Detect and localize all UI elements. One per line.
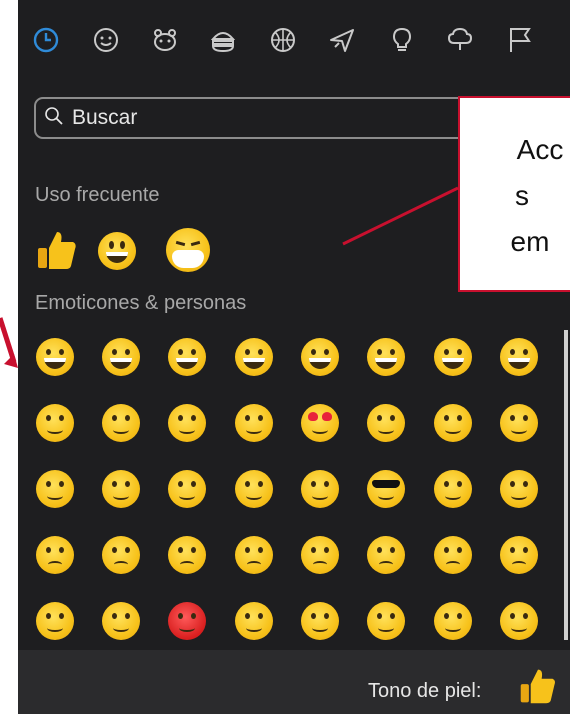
callout-pointer-line xyxy=(0,186,459,368)
